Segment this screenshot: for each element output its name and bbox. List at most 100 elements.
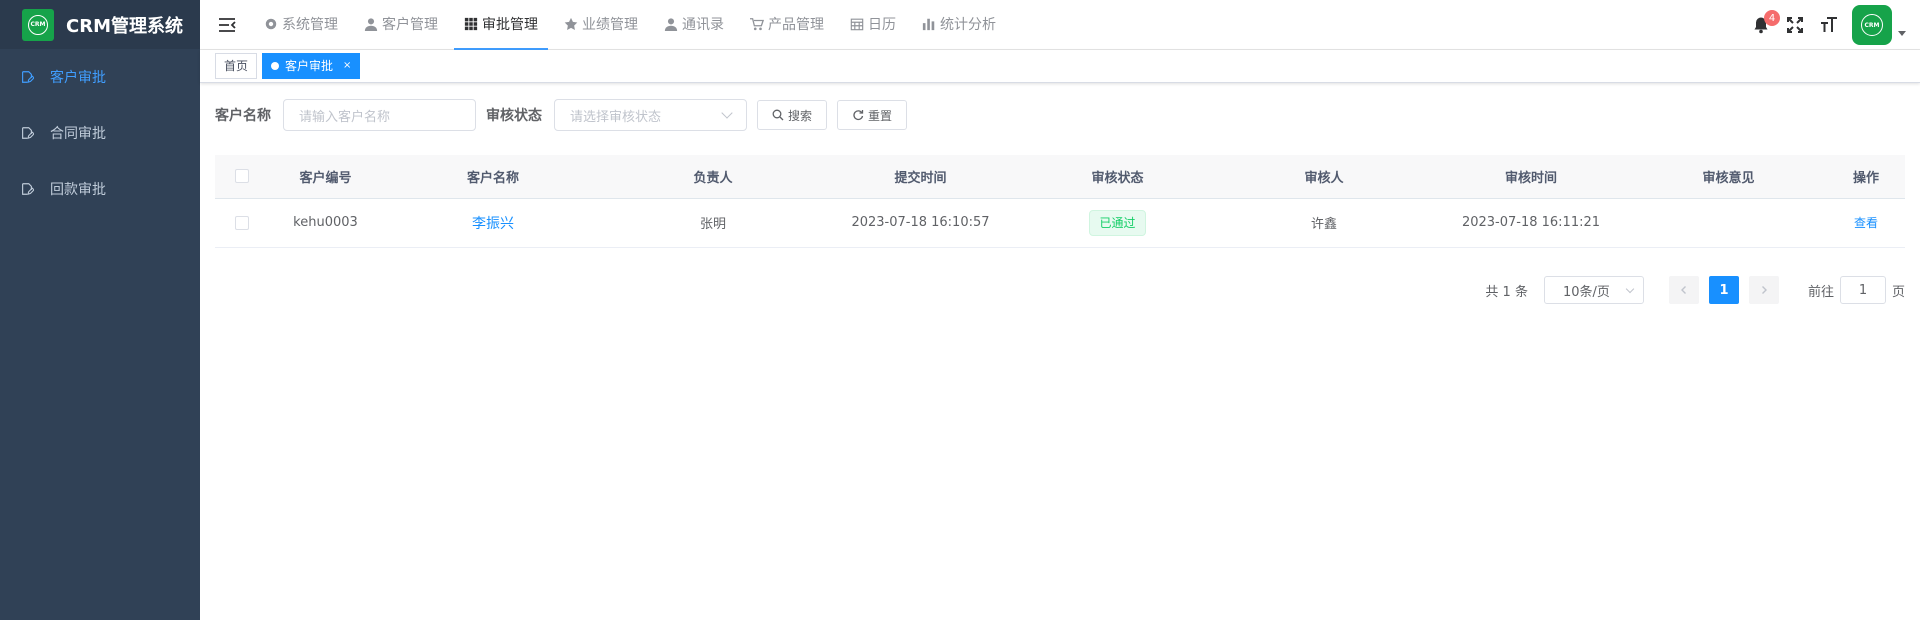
sidebar-item-contract-approval[interactable]: 合同审批 (0, 105, 200, 161)
sidebar-item-label: 合同审批 (50, 126, 106, 142)
row-checkbox[interactable] (235, 215, 249, 230)
top-header: 系统管理 客户管理 审批管理 业绩管理 通讯录 产品管理 日历 统计分析 4 C… (200, 0, 1920, 50)
cell-opinion (1630, 198, 1827, 248)
customer-name-input[interactable]: 请输入客户名称 (283, 99, 476, 131)
prev-page-button[interactable] (1668, 276, 1699, 304)
nav-label: 产品管理 (768, 16, 824, 33)
col-status: 审核状态 (1019, 155, 1216, 199)
star-icon (564, 17, 578, 31)
chevron-right-icon (1761, 286, 1767, 294)
page-size-select[interactable]: 10条/页 (1543, 276, 1644, 304)
button-label: 搜索 (788, 108, 813, 123)
nav-approval-management[interactable]: 审批管理 (454, 0, 548, 50)
sidebar-item-customer-approval[interactable]: 客户审批 (0, 49, 200, 105)
table-row: kehu0003 李振兴 张明 2023-07-18 16:10:57 已通过 … (215, 198, 1905, 248)
nav-customer-management[interactable]: 客户管理 (354, 0, 448, 50)
nav-label: 系统管理 (282, 16, 338, 33)
edit-doc-icon (20, 126, 34, 140)
tags-view: 首页 客户审批 × (200, 50, 1920, 83)
page-number-button[interactable]: 1 (1708, 276, 1739, 304)
nav-label: 通讯录 (682, 16, 724, 33)
nav-performance-management[interactable]: 业绩管理 (554, 0, 648, 50)
nav-contacts[interactable]: 通讯录 (654, 0, 734, 50)
top-nav: 系统管理 客户管理 审批管理 业绩管理 通讯录 产品管理 日历 统计分析 (254, 0, 1012, 50)
edit-doc-icon (20, 182, 34, 196)
page-jumper: 前往 1 页 (1808, 276, 1905, 304)
col-opinion: 审核意见 (1630, 155, 1827, 199)
nav-product-management[interactable]: 产品管理 (740, 0, 834, 50)
nav-statistics[interactable]: 统计分析 (912, 0, 1006, 50)
cell-submit-time: 2023-07-18 16:10:57 (822, 198, 1019, 248)
app-root: CRM CRM管理系统 客户审批 合同审批 回款审批 系统管理 客户管理 审批管… (0, 0, 1920, 620)
menu-fold-icon (219, 17, 236, 32)
nav-label: 审批管理 (482, 16, 538, 33)
tag-label: 首页 (224, 59, 249, 73)
search-button[interactable]: 搜索 (757, 100, 828, 130)
goto-page-input[interactable]: 1 (1839, 276, 1886, 304)
logo-text: CRM (28, 14, 48, 35)
reset-button[interactable]: 重置 (837, 100, 908, 130)
approval-table: 客户编号 客户名称 负责人 提交时间 审核状态 审核人 审核时间 审核意见 操作… (215, 155, 1905, 248)
avatar: CRM (1852, 5, 1892, 45)
pagination: 共 1 条 10条/页 1 前往 1 页 (1485, 276, 1905, 304)
view-button[interactable]: 查看 (1854, 216, 1878, 230)
font-size-button[interactable] (1812, 0, 1846, 50)
col-submit-time: 提交时间 (822, 155, 1019, 199)
page-size-value: 10条/页 (1562, 284, 1610, 300)
search-icon (772, 109, 784, 121)
search-form: 客户名称 请输入客户名称 审核状态 请选择审核状态 搜索 重置 (215, 99, 1905, 131)
table-header-row: 客户编号 客户名称 负责人 提交时间 审核状态 审核人 审核时间 审核意见 操作 (215, 155, 1905, 199)
fullscreen-button[interactable] (1778, 0, 1812, 50)
notification-button[interactable]: 4 (1744, 0, 1780, 50)
col-auditor: 审核人 (1216, 155, 1432, 199)
grid-icon (464, 17, 478, 31)
avatar-text: CRM (1861, 14, 1883, 36)
nav-calendar[interactable]: 日历 (840, 0, 906, 50)
cell-action: 查看 (1827, 198, 1905, 248)
nav-label: 日历 (868, 16, 896, 33)
nav-label: 统计分析 (940, 16, 996, 33)
select-placeholder: 请选择审核状态 (570, 109, 662, 125)
caret-down-icon (1898, 30, 1906, 36)
customer-name-link[interactable]: 李振兴 (472, 216, 514, 232)
goto-label: 前往 (1807, 284, 1834, 300)
status-select[interactable]: 请选择审核状态 (554, 99, 747, 131)
sidebar-item-payment-approval[interactable]: 回款审批 (0, 161, 200, 217)
chevron-left-icon (1680, 286, 1686, 294)
col-audit-time: 审核时间 (1432, 155, 1630, 199)
fullscreen-icon (1787, 17, 1803, 33)
col-customer-name: 客户名称 (382, 155, 604, 199)
pagination-total: 共 1 条 (1485, 284, 1528, 300)
edit-doc-icon (20, 70, 34, 84)
user-menu[interactable]: CRM (1852, 5, 1906, 45)
nav-label: 业绩管理 (582, 16, 638, 33)
nav-system-management[interactable]: 系统管理 (254, 0, 348, 50)
row-select-cell (215, 198, 269, 248)
sidebar: CRM CRM管理系统 客户审批 合同审批 回款审批 (0, 0, 200, 620)
sidebar-item-label: 客户审批 (50, 70, 106, 86)
tag-customer-approval[interactable]: 客户审批 × (262, 53, 361, 79)
crm-logo-icon: CRM (22, 8, 54, 41)
cell-audit-time: 2023-07-18 16:11:21 (1432, 198, 1630, 248)
tag-home[interactable]: 首页 (215, 53, 258, 79)
cell-customer-code: kehu0003 (269, 198, 382, 248)
hamburger-button[interactable] (200, 0, 254, 50)
col-action: 操作 (1827, 155, 1905, 199)
sidebar-item-label: 回款审批 (50, 182, 106, 198)
cell-auditor: 许鑫 (1216, 198, 1432, 248)
calendar-icon (850, 17, 864, 31)
next-page-button[interactable] (1748, 276, 1779, 304)
close-icon[interactable]: × (343, 54, 351, 78)
select-all-cell (215, 155, 269, 199)
chevron-down-icon (721, 107, 733, 119)
main-content: 客户名称 请输入客户名称 审核状态 请选择审核状态 搜索 重置 客户编号 客户名… (200, 83, 1920, 620)
refresh-icon (853, 110, 864, 121)
col-customer-code: 客户编号 (269, 155, 382, 199)
font-size-icon (1821, 17, 1837, 32)
app-title: CRM管理系统 (66, 15, 183, 37)
logo[interactable]: CRM CRM管理系统 (0, 0, 200, 49)
cell-customer-name: 李振兴 (382, 198, 604, 248)
cart-icon (750, 17, 764, 31)
select-all-checkbox[interactable] (235, 169, 249, 184)
user-icon (364, 17, 378, 31)
